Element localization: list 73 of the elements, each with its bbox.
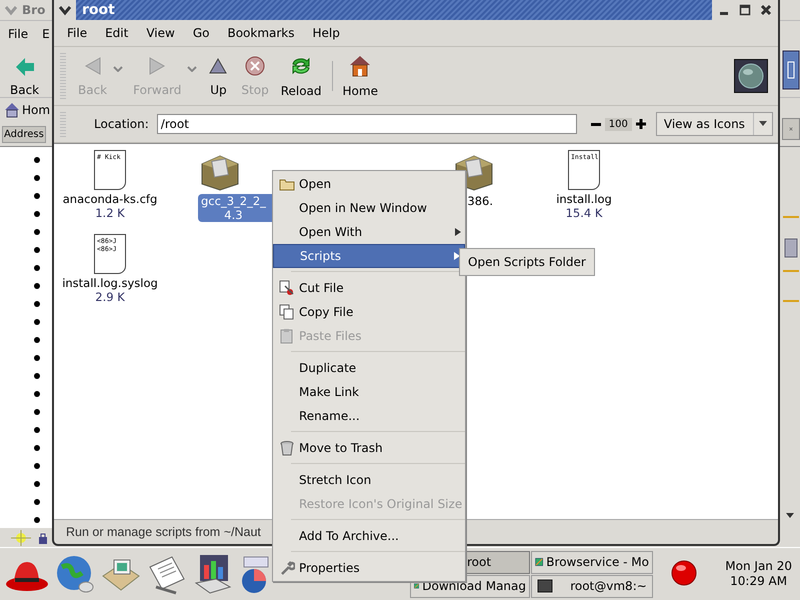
close-icon (760, 4, 772, 16)
submenu-arrow-icon (455, 228, 461, 236)
file-size: 4.3 (224, 208, 243, 222)
menu-item[interactable]: E (42, 27, 50, 41)
menu-item[interactable]: Help (304, 23, 349, 43)
file-size: 2.9 K (95, 290, 125, 304)
status-text: Run or manage scripts from ~/Naut (66, 525, 261, 539)
location-label: Location: (94, 117, 149, 131)
menu-item[interactable]: Open in New Window (273, 196, 465, 220)
bookmark-link[interactable]: Hom (22, 103, 50, 117)
menu-item[interactable]: Copy File (273, 300, 465, 324)
lock-icon (38, 531, 48, 545)
menu-item[interactable]: Bookmarks (218, 23, 304, 43)
folder-icon (279, 177, 295, 191)
file-name[interactable]: 386. (466, 194, 494, 208)
maximize-icon (739, 4, 751, 16)
menu-item[interactable]: Duplicate (273, 356, 465, 380)
trash-can-icon (279, 440, 295, 456)
file-name[interactable]: install.log (555, 192, 613, 206)
back-arrow-icon (14, 57, 35, 77)
file-size: 1.2 K (95, 206, 125, 220)
location-field[interactable]: /root (156, 114, 577, 134)
terminal-icon (537, 578, 554, 594)
menu-item[interactable]: View (137, 23, 184, 43)
menu-item[interactable]: Make Link (273, 380, 465, 404)
menu-item[interactable]: Add To Archive... (273, 524, 465, 548)
caret-icon (758, 121, 767, 127)
menu-item[interactable]: Move to Trash (273, 436, 465, 460)
menu-item[interactable]: Scripts (273, 244, 465, 268)
scissors-icon (279, 280, 295, 296)
menu-item[interactable]: Cut File (273, 276, 465, 300)
house-icon (4, 102, 20, 118)
zoom-in-icon (636, 119, 646, 129)
clipboard-icon (279, 328, 295, 344)
globe-icon (54, 553, 96, 595)
menu-item[interactable]: File (8, 27, 28, 41)
record-button-icon (669, 558, 699, 588)
stop-icon (244, 55, 266, 77)
file-name[interactable]: install.log.syslog (61, 276, 159, 290)
menu-item[interactable]: Open With (273, 220, 465, 244)
home-button[interactable]: Home (336, 50, 384, 102)
bar-chart-icon (192, 553, 234, 595)
taskbar-button[interactable]: Browservice - Mo (531, 550, 653, 574)
launcher-button[interactable] (192, 553, 234, 595)
window-icon (782, 50, 800, 90)
sun-icon (10, 530, 32, 546)
minimize-icon (720, 12, 728, 15)
chevron-icon (4, 4, 18, 16)
house-icon (348, 54, 372, 78)
window-title: Bro (22, 3, 46, 17)
address-label: Address (2, 126, 46, 142)
chevron-icon (58, 4, 72, 16)
back-button[interactable]: Back (10, 57, 40, 97)
file-name[interactable]: anaconda-ks.cfg (62, 192, 158, 206)
menu-item[interactable]: Rename... (273, 404, 465, 428)
up-button[interactable]: Up (201, 51, 236, 101)
menu-item[interactable]: Go (184, 23, 218, 43)
copy-icon (279, 304, 295, 320)
menu-item[interactable]: Edit (96, 23, 138, 43)
submenu-arrow-icon (454, 252, 460, 260)
clock: Mon Jan 20 10:29 AM (725, 559, 792, 589)
menu-item[interactable]: Stretch Icon (273, 468, 465, 492)
file-size: 15.4 K (566, 206, 602, 220)
zoom-level: 100 (604, 118, 632, 130)
reload-button[interactable]: Reload (274, 50, 328, 102)
window-title: root (82, 2, 115, 18)
wrench-icon (279, 560, 295, 576)
taskbar-button[interactable]: root@vm8:~ (531, 574, 653, 598)
menu-item[interactable]: File (58, 23, 96, 43)
menu-item[interactable]: Open Scripts Folder (462, 251, 592, 273)
file-name[interactable]: gcc_3_2_2_ (200, 194, 267, 208)
menu-item[interactable]: Open (273, 172, 465, 196)
view-mode-dropdown[interactable]: View as Icons (656, 112, 773, 136)
